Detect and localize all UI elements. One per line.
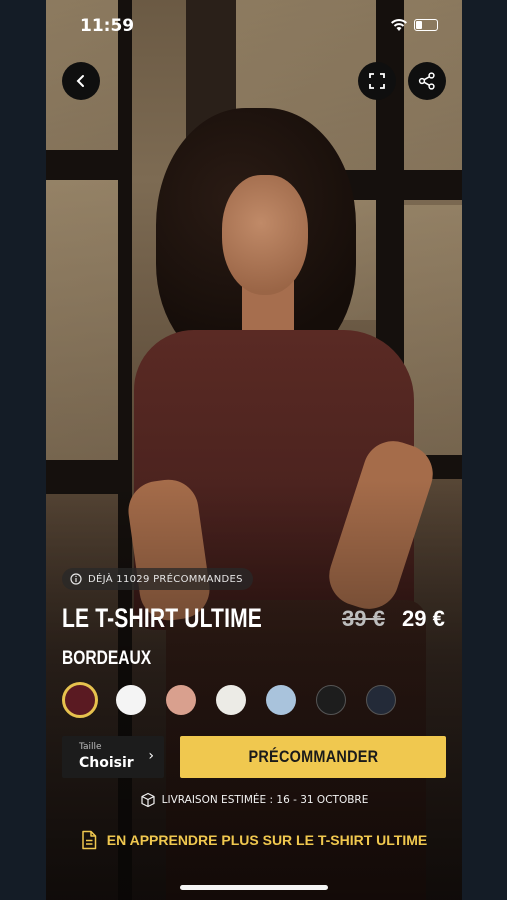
share-icon [418,72,435,90]
preorder-button[interactable]: PRÉCOMMANDER [180,736,446,778]
swatch-light-blue[interactable] [266,685,296,715]
product-title: LE T-SHIRT ULTIME [62,603,262,633]
status-icons [390,18,438,32]
product-screen: 11:59 DÉJÀ 11029 PRÉCOMMANDES LE T-SHIRT… [46,0,462,900]
color-name: BORDEAUX [62,648,152,669]
preorder-count-text: DÉJÀ 11029 PRÉCOMMANDES [88,573,243,585]
learn-more-link[interactable]: EN APPRENDRE PLUS SUR LE T-SHIRT ULTIME [46,830,462,850]
fullscreen-button[interactable] [358,62,396,100]
status-time: 11:59 [80,16,135,36]
delivery-text: LIVRAISON ESTIMÉE : 16 - 31 OCTOBRE [161,794,369,806]
back-button[interactable] [62,62,100,100]
swatch-pink[interactable] [166,685,196,715]
preorder-button-label: PRÉCOMMANDER [248,747,378,766]
delivery-estimate: LIVRAISON ESTIMÉE : 16 - 31 OCTOBRE [46,792,462,808]
preorder-count-badge: DÉJÀ 11029 PRÉCOMMANDES [62,568,253,590]
chevron-right-icon: › [148,748,154,764]
share-button[interactable] [408,62,446,100]
swatch-white[interactable] [116,685,146,715]
size-selector-button[interactable]: Taille Choisir › [62,736,164,778]
color-swatches [62,682,442,722]
package-icon [141,792,155,808]
swatch-off-white[interactable] [216,685,246,715]
swatch-black[interactable] [316,685,346,715]
size-label: Taille [79,742,102,752]
home-indicator[interactable] [180,885,328,890]
battery-icon [414,19,438,31]
wifi-icon [391,19,407,31]
info-icon [70,573,82,585]
status-bar: 11:59 [46,0,462,52]
size-value: Choisir [79,755,134,771]
swatch-navy[interactable] [366,685,396,715]
swatch-bordeaux[interactable] [62,682,98,718]
document-icon [82,830,97,850]
learn-more-text: EN APPRENDRE PLUS SUR LE T-SHIRT ULTIME [106,832,428,848]
old-price: 39 € [342,606,385,631]
fullscreen-icon [369,73,385,89]
current-price: 29 € [402,606,445,631]
back-arrow-icon [76,75,84,87]
